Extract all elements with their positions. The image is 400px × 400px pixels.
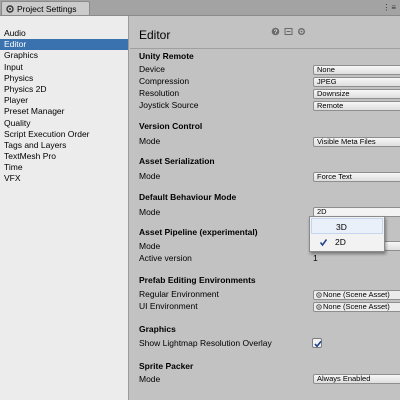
sidebar-item-player[interactable]: Player xyxy=(0,95,128,106)
popup-option-label: 3D xyxy=(336,222,347,232)
asset-serialization-mode-label: Mode xyxy=(139,171,161,181)
section-graphics: Graphics xyxy=(139,324,176,334)
joystick-source-label: Joystick Source xyxy=(139,100,199,110)
compression-label: Compression xyxy=(139,76,190,86)
checkmark-icon xyxy=(319,234,328,255)
popup-option-2d[interactable]: 2D xyxy=(311,234,383,250)
sidebar-item-audio[interactable]: Audio xyxy=(0,28,128,39)
regular-environment-label: Regular Environment xyxy=(139,289,219,299)
asset-serialization-mode-dropdown[interactable]: Force Text xyxy=(313,172,400,182)
settings-gear-icon xyxy=(6,4,14,13)
regular-environment-field[interactable]: None (Scene Asset) xyxy=(313,290,400,300)
scene-asset-icon xyxy=(316,304,322,310)
sprite-packer-mode-dropdown[interactable]: Always Enabled xyxy=(313,374,400,384)
version-control-mode-label: Mode xyxy=(139,136,161,146)
section-unity-remote: Unity Remote xyxy=(139,51,194,61)
sprite-packer-mode-label: Mode xyxy=(139,374,161,384)
tab-menu-icon[interactable]: ⋮≡ xyxy=(382,3,397,12)
help-icon[interactable]: ? xyxy=(271,27,280,36)
section-prefab-editing-environments: Prefab Editing Environments xyxy=(139,275,256,285)
version-control-mode-dropdown[interactable]: Visible Meta Files xyxy=(313,137,400,147)
tab-title: Project Settings xyxy=(17,3,77,14)
sidebar-item-script-execution-order[interactable]: Script Execution Order xyxy=(0,129,128,140)
sidebar-item-preset-manager[interactable]: Preset Manager xyxy=(0,106,128,117)
section-asset-serialization: Asset Serialization xyxy=(139,156,215,166)
section-version-control: Version Control xyxy=(139,121,203,131)
resolution-label: Resolution xyxy=(139,88,180,98)
device-label: Device xyxy=(139,64,165,74)
sidebar-item-physics-2d[interactable]: Physics 2D xyxy=(0,84,128,95)
sidebar-item-physics[interactable]: Physics xyxy=(0,73,128,84)
tab-bar: Project Settings ⋮≡ xyxy=(0,0,400,16)
preset-icon[interactable] xyxy=(284,27,293,36)
sidebar-item-time[interactable]: Time xyxy=(0,162,128,173)
editor-settings-panel: Editor ? Unity Remote Device None Compre… xyxy=(130,16,400,400)
regular-environment-value: None (Scene Asset) xyxy=(323,290,390,299)
asset-pipeline-mode-label: Mode xyxy=(139,241,161,251)
lightmap-overlay-checkbox[interactable] xyxy=(312,338,322,348)
popup-option-label: 2D xyxy=(335,237,346,247)
sidebar-item-editor[interactable]: Editor xyxy=(0,39,128,51)
settings-icon[interactable] xyxy=(297,27,306,36)
ui-environment-label: UI Environment xyxy=(139,301,198,311)
section-asset-pipeline: Asset Pipeline (experimental) xyxy=(139,227,258,237)
svg-text:?: ? xyxy=(274,29,278,36)
tab-project-settings[interactable]: Project Settings xyxy=(1,1,90,15)
default-behaviour-mode-label: Mode xyxy=(139,207,161,217)
sidebar-item-tags-and-layers[interactable]: Tags and Layers xyxy=(0,140,128,151)
scene-asset-icon xyxy=(316,292,322,298)
lightmap-overlay-label: Show Lightmap Resolution Overlay xyxy=(139,338,272,348)
panel-toolbar: ? xyxy=(271,27,306,36)
sidebar-item-graphics[interactable]: Graphics xyxy=(0,50,128,61)
settings-sidebar: Audio Editor Graphics Input Physics Phys… xyxy=(0,16,129,400)
active-version-label: Active version xyxy=(139,253,192,263)
header-divider xyxy=(130,48,400,49)
sidebar-item-textmesh-pro[interactable]: TextMesh Pro xyxy=(0,151,128,162)
section-sprite-packer: Sprite Packer xyxy=(139,361,194,371)
page-title: Editor xyxy=(139,28,171,42)
device-dropdown[interactable]: None xyxy=(313,65,400,75)
behaviour-mode-popup: 3D 2D xyxy=(309,216,385,252)
ui-environment-value: None (Scene Asset) xyxy=(323,302,390,311)
sidebar-item-quality[interactable]: Quality xyxy=(0,118,128,129)
ui-environment-field[interactable]: None (Scene Asset) xyxy=(313,302,400,312)
compression-dropdown[interactable]: JPEG xyxy=(313,77,400,87)
checkmark-icon xyxy=(314,340,322,348)
active-version-value: 1 xyxy=(313,253,318,263)
sidebar-item-input[interactable]: Input xyxy=(0,62,128,73)
sidebar-item-vfx[interactable]: VFX xyxy=(0,173,128,184)
section-default-behaviour-mode: Default Behaviour Mode xyxy=(139,192,237,202)
joystick-source-dropdown[interactable]: Remote xyxy=(313,101,400,111)
popup-option-3d[interactable]: 3D xyxy=(311,218,383,234)
resolution-dropdown[interactable]: Downsize xyxy=(313,89,400,99)
